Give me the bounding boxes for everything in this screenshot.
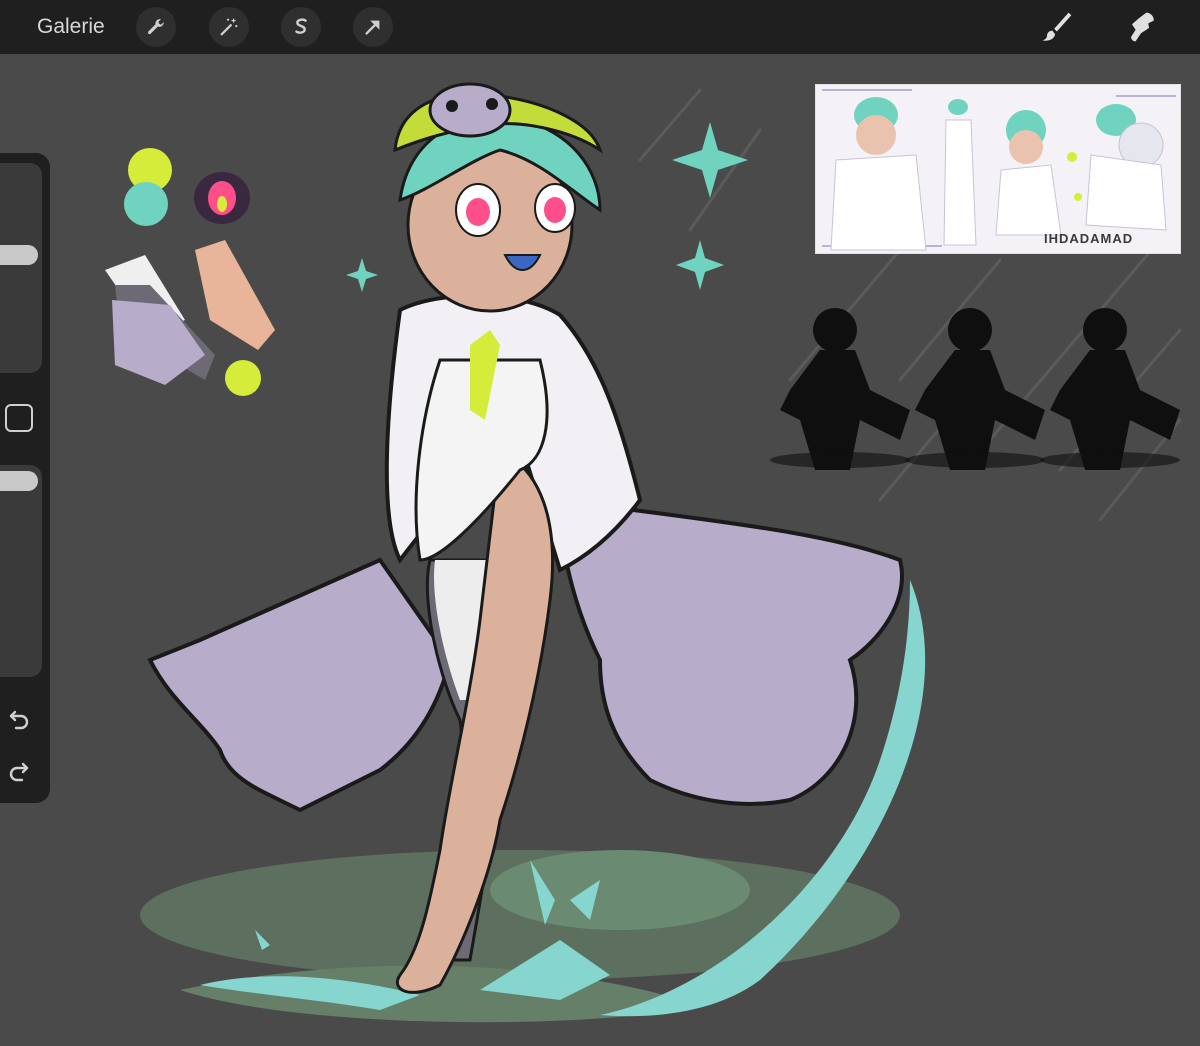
brush-size-thumb[interactable] xyxy=(0,245,38,265)
opacity-thumb[interactable] xyxy=(0,471,38,491)
brush-button[interactable] xyxy=(1035,6,1077,48)
transform-arrow-icon xyxy=(365,20,380,35)
smudge-icon xyxy=(1131,12,1154,42)
opacity-slider[interactable] xyxy=(0,465,42,677)
undo-button[interactable] xyxy=(4,703,34,733)
brush-icon xyxy=(1042,12,1072,41)
character-head xyxy=(398,116,602,313)
left-sleeve xyxy=(147,557,453,813)
redo-button[interactable] xyxy=(4,755,34,785)
reference-image[interactable]: IHDADAMAD xyxy=(815,84,1181,254)
left-sidebar xyxy=(0,153,50,803)
adjustments-button[interactable] xyxy=(209,7,249,47)
pose-silhouettes xyxy=(770,308,1180,470)
wrench-icon xyxy=(147,19,164,35)
gallery-button[interactable]: Galerie xyxy=(37,14,105,40)
actions-button[interactable] xyxy=(136,7,176,47)
selection-button[interactable] xyxy=(281,7,321,47)
top-toolbar: Galerie xyxy=(0,0,1200,54)
right-sleeve xyxy=(557,497,904,806)
color-swatches xyxy=(105,148,275,396)
reference-illustration xyxy=(816,85,1180,253)
redo-icon xyxy=(9,762,29,782)
reference-logo: IHDADAMAD xyxy=(1044,231,1134,246)
modify-button[interactable] xyxy=(5,404,33,432)
brush-size-slider[interactable] xyxy=(0,163,42,373)
selection-s-icon xyxy=(295,18,307,34)
magic-wand-icon xyxy=(220,17,238,36)
smudge-button[interactable] xyxy=(1120,6,1162,48)
undo-icon xyxy=(9,710,29,730)
transform-button[interactable] xyxy=(353,7,393,47)
